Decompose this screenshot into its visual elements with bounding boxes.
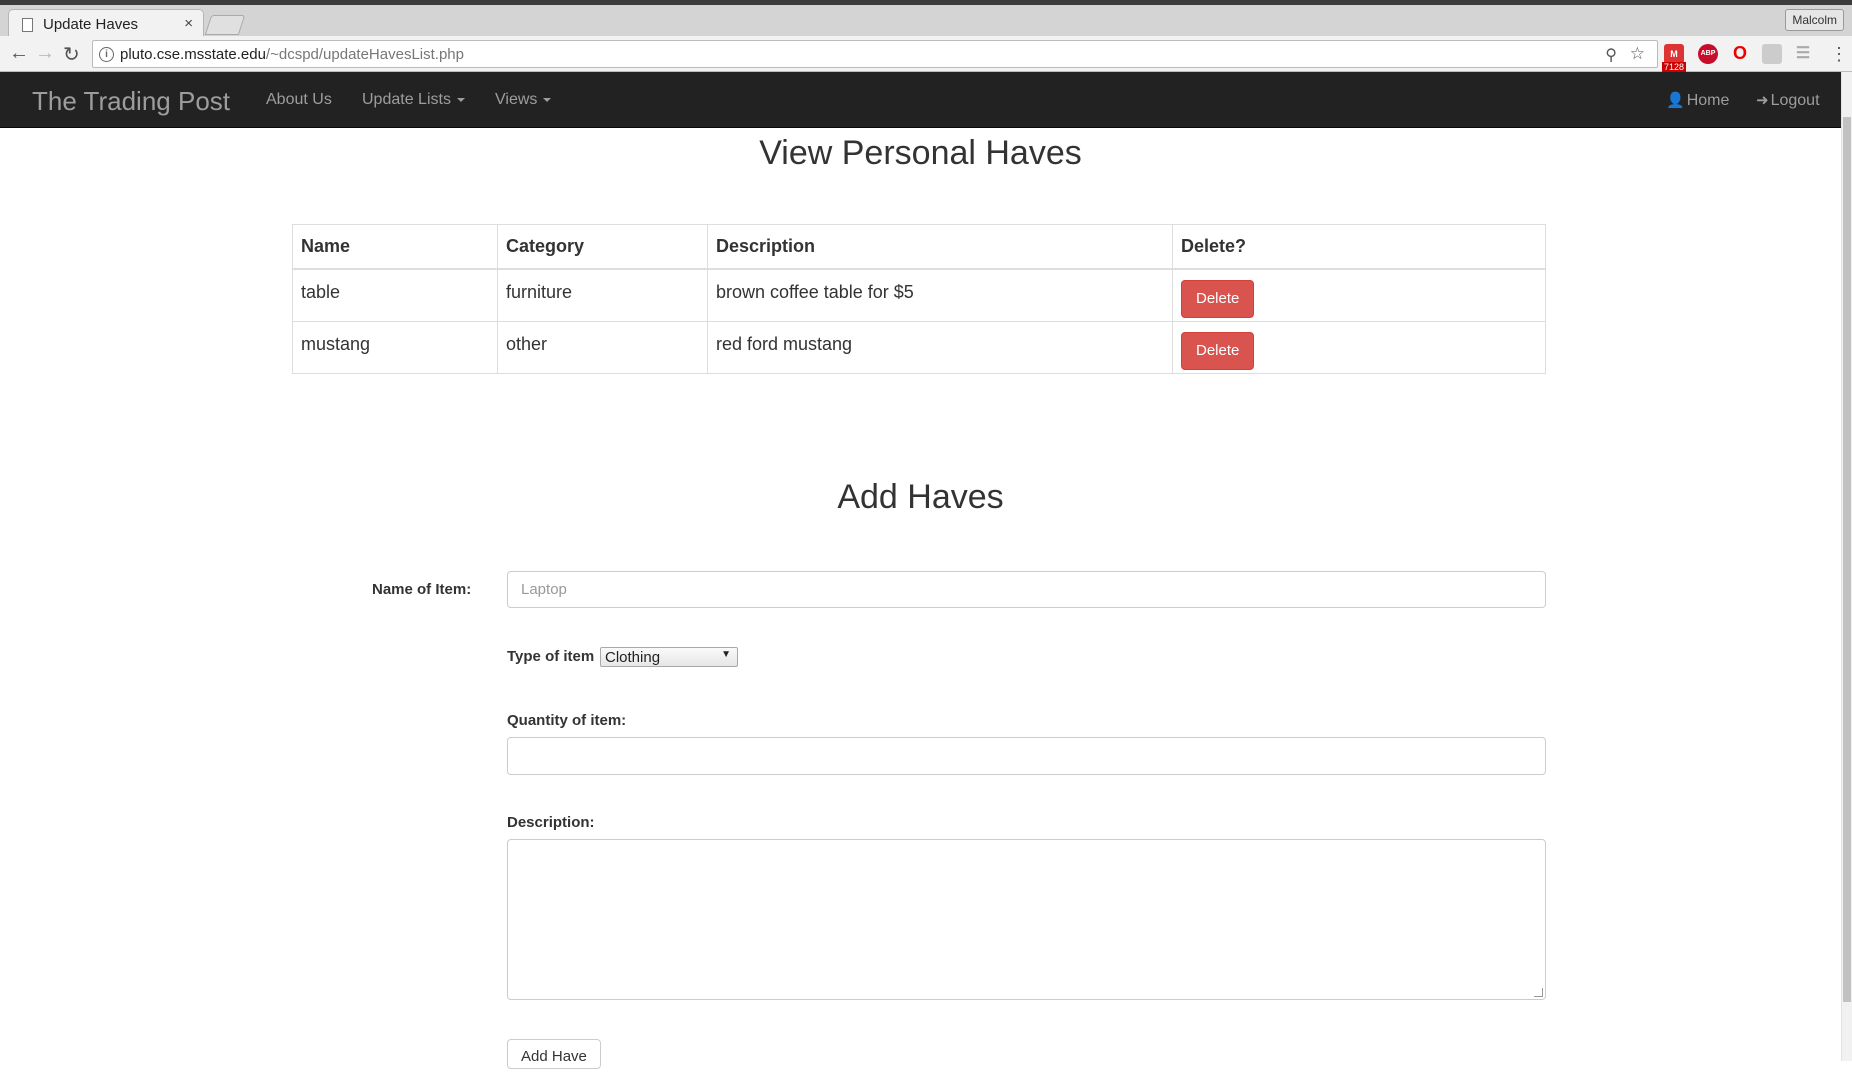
haves-table: Name Category Description Delete? table … — [292, 224, 1546, 374]
cell-category: other — [497, 320, 708, 374]
item-type-selected: Clothing — [605, 649, 661, 666]
extension-icon[interactable] — [1762, 44, 1782, 64]
column-header-category: Category — [497, 224, 708, 270]
forward-arrow-icon[interactable]: → — [35, 42, 55, 65]
quantity-input[interactable] — [507, 737, 1546, 775]
nav-views-label: Views — [495, 91, 538, 108]
vertical-scrollbar[interactable] — [1841, 72, 1852, 1061]
add-haves-title: Add Haves — [837, 478, 1004, 516]
item-type-label: Type of item — [507, 648, 595, 665]
resize-handle-icon[interactable] — [1534, 988, 1543, 997]
column-header-description: Description — [707, 224, 1173, 270]
page-document-icon — [22, 18, 33, 32]
new-tab-button[interactable] — [204, 15, 246, 35]
table-header-row: Name Category Description Delete? — [292, 224, 1546, 270]
browser-tab[interactable]: Update Haves × — [8, 9, 204, 39]
tab-title: Update Haves — [43, 16, 139, 33]
reload-icon[interactable]: ↻ — [63, 42, 80, 67]
cell-category: furniture — [497, 268, 708, 322]
nav-update-lists-dropdown[interactable]: Update Lists — [362, 91, 465, 109]
tab-close-icon[interactable]: × — [184, 15, 193, 32]
nav-views-dropdown[interactable]: Views — [495, 91, 552, 109]
caret-down-icon — [456, 97, 465, 102]
site-navbar: The Trading Post About Us Update Lists V… — [0, 72, 1841, 128]
opera-icon[interactable]: O — [1730, 44, 1750, 64]
user-icon: 👤 — [1666, 92, 1685, 109]
zoom-icon[interactable]: ⚲ — [1605, 45, 1617, 65]
cell-description: red ford mustang — [707, 320, 1173, 374]
description-label: Description: — [507, 814, 595, 831]
view-haves-title: View Personal Haves — [759, 134, 1082, 172]
nav-home-label: Home — [1686, 92, 1730, 109]
chrome-menu-icon[interactable]: ⋮ — [1830, 44, 1848, 65]
bookmark-star-icon[interactable]: ☆ — [1630, 44, 1645, 64]
caret-down-icon — [543, 97, 552, 102]
adblock-icon[interactable]: ABP — [1698, 44, 1718, 64]
item-name-label: Name of Item: — [372, 581, 472, 598]
cell-description: brown coffee table for $5 — [707, 268, 1173, 322]
gmail-icon[interactable]: M — [1664, 44, 1684, 64]
description-textarea[interactable] — [507, 839, 1546, 1000]
quantity-label: Quantity of item: — [507, 712, 627, 729]
add-have-button[interactable]: Add Have — [507, 1039, 601, 1069]
browser-tabstrip: Update Haves × Malcolm — [0, 0, 1852, 39]
nav-about-us[interactable]: About Us — [266, 91, 332, 109]
nav-logout[interactable]: ➜ Logout — [1756, 91, 1820, 110]
delete-button[interactable]: Delete — [1181, 331, 1255, 370]
cell-action: Delete — [1172, 268, 1546, 322]
reader-icon[interactable]: ☰ — [1793, 44, 1813, 64]
nav-home[interactable]: 👤 Home — [1666, 91, 1729, 110]
browser-toolbar: ← → ↻ i pluto.cse.msstate.edu/~dcspd/upd… — [0, 36, 1852, 73]
nav-logout-label: Logout — [1770, 92, 1820, 109]
delete-button[interactable]: Delete — [1181, 280, 1255, 318]
cell-action: Delete — [1172, 320, 1546, 374]
cell-name: table — [292, 268, 498, 322]
url-path: /~dcspd/updateHavesList.php — [265, 46, 464, 63]
profile-button[interactable]: Malcolm — [1785, 9, 1844, 31]
dropdown-arrow-icon: ▼ — [721, 649, 731, 660]
column-header-delete: Delete? — [1172, 224, 1546, 270]
address-bar[interactable]: i pluto.cse.msstate.edu/~dcspd/updateHav… — [92, 40, 1658, 68]
url-host: pluto.cse.msstate.edu — [120, 46, 266, 63]
scrollbar-thumb[interactable] — [1843, 117, 1851, 1002]
logout-icon: ➜ — [1756, 92, 1769, 109]
item-name-input[interactable]: Laptop — [507, 571, 1546, 608]
nav-update-lists-label: Update Lists — [362, 91, 451, 108]
table-row: mustang other red ford mustang Delete — [292, 320, 1546, 374]
info-icon[interactable]: i — [99, 47, 114, 62]
column-header-name: Name — [292, 224, 498, 270]
item-type-select[interactable]: Clothing ▼ — [600, 647, 738, 667]
cell-name: mustang — [292, 320, 498, 374]
url-text: pluto.cse.msstate.edu/~dcspd/updateHaves… — [120, 46, 464, 63]
back-arrow-icon[interactable]: ← — [9, 42, 29, 65]
item-name-placeholder: Laptop — [521, 581, 567, 598]
table-row: table furniture brown coffee table for $… — [292, 268, 1546, 322]
brand-link[interactable]: The Trading Post — [32, 86, 230, 117]
